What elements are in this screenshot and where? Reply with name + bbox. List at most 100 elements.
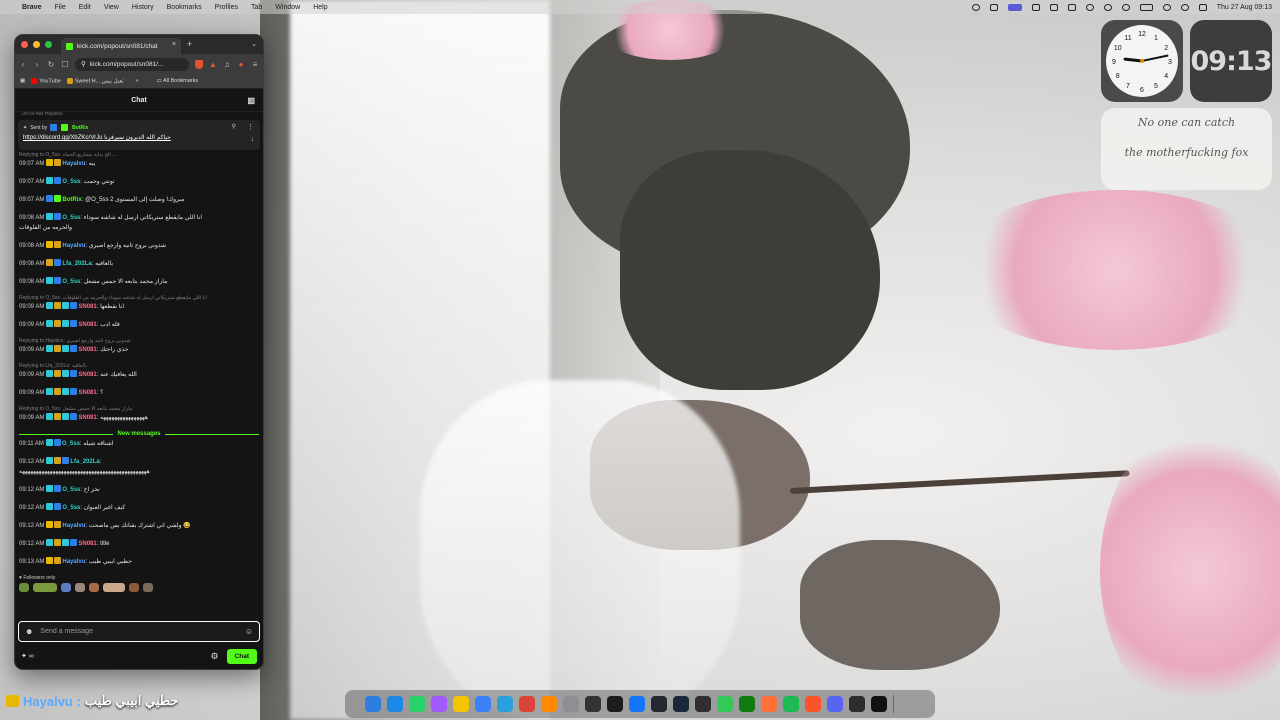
- menu-profiles[interactable]: Profiles: [215, 4, 238, 11]
- location-icon[interactable]: [971, 3, 980, 11]
- message-username[interactable]: SN081: [78, 347, 96, 353]
- message-username[interactable]: SN081: [78, 415, 96, 421]
- settings-icon[interactable]: [562, 696, 579, 712]
- tab-search-chevron-icon[interactable]: ⌄: [251, 40, 257, 48]
- chat-message-input[interactable]: [38, 627, 245, 636]
- messages-icon[interactable]: [716, 696, 733, 712]
- minimize-window-button[interactable]: [33, 41, 40, 48]
- message-username[interactable]: O_5ss: [62, 441, 80, 447]
- reply-context[interactable]: Replying to O_5ss: انا اللي مايقطع ستريك…: [19, 295, 259, 302]
- star-icon[interactable]: [1121, 3, 1130, 11]
- message-username[interactable]: BotRix: [62, 197, 81, 203]
- menu-bookmarks[interactable]: Bookmarks: [167, 4, 202, 11]
- pinned-expand-arrow-icon[interactable]: ↓: [251, 136, 255, 143]
- chat-message[interactable]: 09:12 AM O_5ss: نخر اخ: [19, 485, 259, 494]
- bookmark-icon[interactable]: ☐: [61, 60, 69, 69]
- chat-message[interactable]: 09:11 AM O_5ss: اشتاقه شيله: [19, 439, 259, 448]
- audio-icon[interactable]: [848, 696, 865, 712]
- menu-window[interactable]: Window: [275, 4, 300, 11]
- address-bar[interactable]: ⚲ kick.com/popout/sn081/...: [75, 57, 189, 71]
- menu-view[interactable]: View: [104, 4, 119, 11]
- message-username[interactable]: SN081: [78, 541, 96, 547]
- reload-icon[interactable]: ↻: [47, 60, 55, 69]
- moon-icon[interactable]: [1085, 3, 1094, 11]
- control-center-icon[interactable]: [1198, 3, 1207, 11]
- xbox-icon[interactable]: [738, 696, 755, 712]
- menu-edit[interactable]: Edit: [79, 4, 91, 11]
- message-username[interactable]: Lfa_202La: [70, 459, 99, 465]
- emote-icon[interactable]: [89, 583, 99, 592]
- chat-message[interactable]: 09:08 AM Hayalvu: شدوني بروح ثانيه وارجع …: [19, 241, 259, 250]
- bookmark-youtube[interactable]: YouTube: [31, 77, 61, 84]
- message-username[interactable]: SN081: [78, 322, 96, 328]
- emote-icon[interactable]: [33, 583, 57, 592]
- digital-clock-widget[interactable]: 09:13: [1190, 20, 1272, 102]
- wifi-icon[interactable]: [1162, 3, 1171, 11]
- analog-clock-widget[interactable]: 12 1 2 3 4 5 6 7 8 9 10 11: [1101, 20, 1183, 102]
- message-username[interactable]: Hayalvu: [62, 523, 85, 529]
- channel-points[interactable]: ✦ ∞: [21, 652, 210, 660]
- message-username[interactable]: Lfa_202La: [62, 261, 91, 267]
- brave-shields-icon[interactable]: [195, 59, 203, 69]
- reply-context[interactable]: Replying to O_5ss: ماراز محمد بتابعه الا…: [19, 406, 259, 413]
- reply-context[interactable]: Replying to Hayalvu: شدوني بروح ثانيه وا…: [19, 338, 259, 345]
- forward-arrow-icon[interactable]: ›: [33, 60, 41, 69]
- pin-toggle-icon[interactable]: ⚲: [232, 123, 236, 130]
- new-tab-button[interactable]: +: [187, 39, 192, 49]
- brightness-icon[interactable]: [1103, 3, 1112, 11]
- message-username[interactable]: O_5ss: [62, 179, 80, 185]
- chrome-icon[interactable]: [518, 696, 535, 712]
- message-username[interactable]: Hayalvu: [62, 161, 85, 167]
- chat-message[interactable]: 09:12 AM Hayalvu: ولشي اني اشترك بقناتك ب…: [19, 521, 259, 530]
- message-username[interactable]: SN081: [78, 304, 96, 310]
- chat-message[interactable]: 09:09 AM SN081: الله يعافيك عنه: [19, 370, 259, 379]
- obs-icon[interactable]: [694, 696, 711, 712]
- chat-message[interactable]: 09:08 AM O_5ss: ماراز محمد بتابعه الا جمس…: [19, 277, 259, 286]
- chat-message[interactable]: 09:09 AM SN081: خذي راحتك: [19, 345, 259, 354]
- message-username[interactable]: O_5ss: [62, 279, 80, 285]
- chat-message[interactable]: 09:09 AM SN081: ؟: [19, 388, 259, 397]
- obs-studio-icon[interactable]: [870, 696, 887, 712]
- spotify-icon[interactable]: [782, 696, 799, 712]
- discord-icon[interactable]: [826, 696, 843, 712]
- terminal-icon[interactable]: [606, 696, 623, 712]
- trash-icon[interactable]: [899, 696, 916, 712]
- emote-picker-left-icon[interactable]: ☻: [25, 627, 33, 636]
- notes-icon[interactable]: [452, 696, 469, 712]
- chat-message[interactable]: 09:07 AM Hayalvu: يبه: [19, 159, 259, 168]
- xcode-icon[interactable]: [628, 696, 645, 712]
- send-chat-button[interactable]: Chat: [226, 648, 257, 664]
- chat-input-box[interactable]: ☻ ☺: [18, 621, 260, 642]
- message-username[interactable]: O_5ss: [62, 487, 80, 493]
- brave-icon[interactable]: [804, 696, 821, 712]
- browser-tab[interactable]: kick.com/popout/sn081/chat ×: [61, 38, 181, 54]
- reply-context[interactable]: Replying to Lfa_202La: بالعافيه: [19, 363, 259, 370]
- emote-icon[interactable]: [143, 583, 153, 592]
- menu-app-name[interactable]: Brave: [22, 4, 41, 11]
- safari-icon[interactable]: [386, 696, 403, 712]
- zoom-window-button[interactable]: [45, 41, 52, 48]
- emoji-picker-icon[interactable]: ☺: [245, 627, 253, 636]
- apps-grid-icon[interactable]: ▦: [20, 78, 25, 84]
- tab-close-icon[interactable]: ×: [172, 41, 176, 48]
- pinned-more-icon[interactable]: ⋮: [247, 123, 254, 131]
- all-bookmarks[interactable]: ▭ All Bookmarks: [157, 78, 199, 84]
- pinned-link[interactable]: https://discord.gg/XbZKcrVrJu حياكم الله…: [23, 134, 255, 141]
- chat-message[interactable]: 09:12 AM O_5ss: كيف اغير العنوان: [19, 503, 259, 512]
- message-username[interactable]: Hayalvu: [62, 559, 85, 565]
- search-icon[interactable]: [1180, 3, 1189, 11]
- chat-message[interactable]: 09:12 AM SN081: title: [19, 539, 259, 548]
- back-arrow-icon[interactable]: ‹: [19, 60, 27, 69]
- bookmark-sweet[interactable]: Sweet H... تعبل بيس: [66, 77, 123, 84]
- reply-context[interactable]: Replying to O_5ss: الخ بداية مشاريع الحم…: [19, 152, 259, 159]
- finder-icon[interactable]: [364, 696, 381, 712]
- emote-icon[interactable]: [61, 583, 71, 592]
- steam-icon[interactable]: [672, 696, 689, 712]
- emote-icon[interactable]: [103, 583, 125, 592]
- menu-tab[interactable]: Tab: [251, 4, 262, 11]
- more-bookmarks-chevron-icon[interactable]: »: [135, 78, 138, 84]
- chat-message[interactable]: 09:08 AM O_5ss: انا اللي مايقطع ستريكاتي …: [19, 213, 259, 222]
- chat-message[interactable]: 09:07 AM BotRix: @O_5ss مبروك! وصلت إلى ا…: [19, 195, 259, 204]
- chat-message[interactable]: 09:12 AM Lfa_202La:: [19, 457, 259, 466]
- mail-icon[interactable]: [474, 696, 491, 712]
